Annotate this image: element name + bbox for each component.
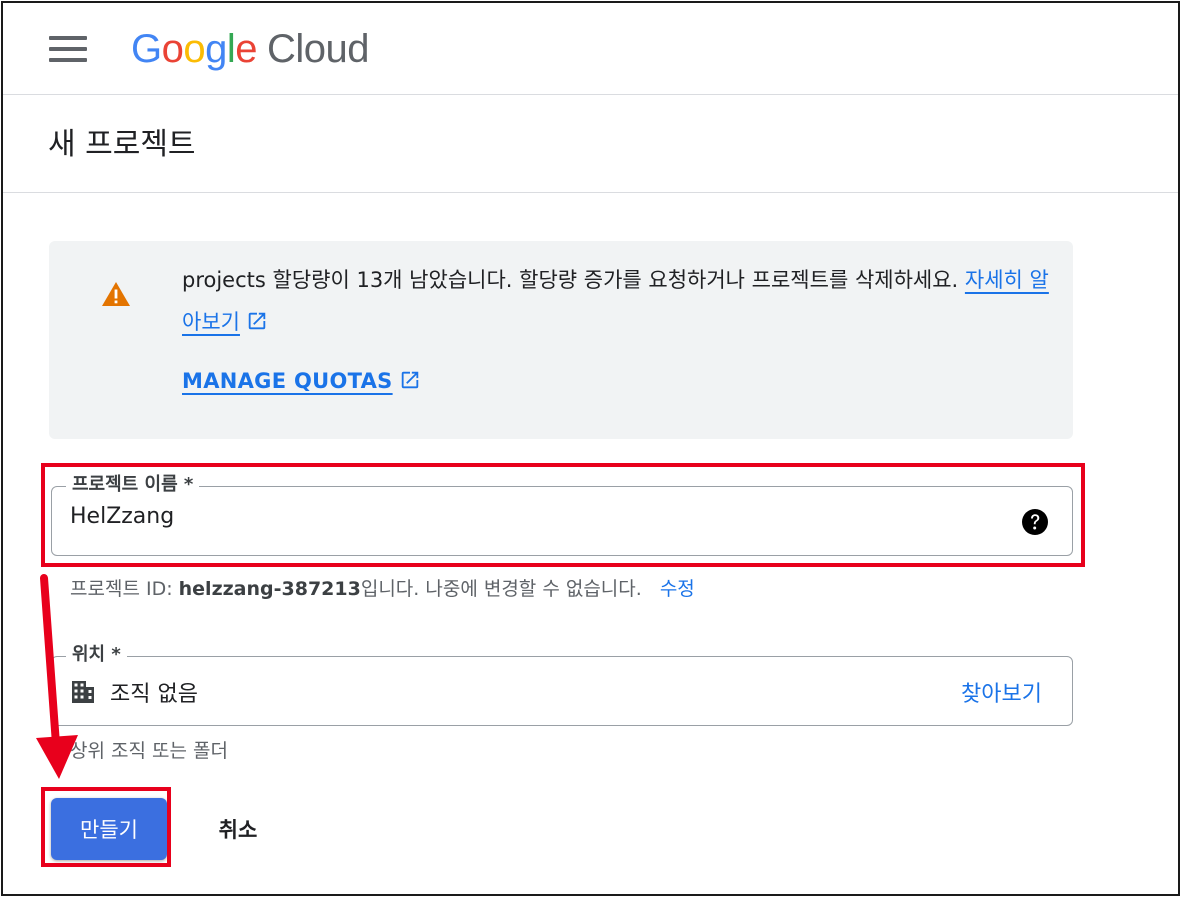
manage-quotas-label: MANAGE QUOTAS bbox=[182, 369, 393, 393]
logo-letter: G bbox=[131, 27, 162, 71]
location-value: 조직 없음 bbox=[110, 682, 198, 707]
menu-icon[interactable] bbox=[49, 36, 89, 64]
building-icon bbox=[72, 681, 94, 703]
logo-letter: g bbox=[205, 27, 227, 71]
project-id-prefix: 프로젝트 ID: bbox=[70, 578, 179, 600]
logo-letter: l bbox=[226, 27, 236, 71]
open-in-new-icon bbox=[401, 371, 418, 389]
project-name-label: 프로젝트 이름 * bbox=[66, 473, 200, 497]
window-frame: Google Cloud 새 프로젝트 projects 할당량이 13개 남았습… bbox=[1, 1, 1180, 896]
edit-project-id-link[interactable]: 수정 bbox=[660, 578, 695, 600]
location-label: 위치 * bbox=[66, 643, 127, 667]
notice-message: projects 할당량이 13개 남았습니다. 할당량 증가를 요청하거나 프… bbox=[182, 259, 1062, 343]
google-cloud-logo[interactable]: Google Cloud bbox=[131, 25, 370, 73]
location-hint: 상위 조직 또는 폴더 bbox=[70, 740, 228, 762]
manage-quotas-link[interactable]: MANAGE QUOTAS bbox=[182, 369, 393, 393]
help-icon[interactable] bbox=[1020, 507, 1050, 537]
page-title: 새 프로젝트 bbox=[48, 127, 196, 162]
project-name-field: 프로젝트 이름 * bbox=[51, 473, 1073, 556]
top-bar: Google Cloud bbox=[3, 3, 1178, 95]
page-header: 새 프로젝트 bbox=[3, 95, 1178, 193]
location-field: 위치 * 조직 없음 찾아보기 bbox=[51, 643, 1073, 726]
project-id-hint: 프로젝트 ID: helzzang-387213입니다. 나중에 변경할 수 없… bbox=[70, 574, 695, 601]
logo-letter: o bbox=[183, 27, 206, 71]
logo-cloud-text: Cloud bbox=[267, 27, 370, 71]
logo-letter: e bbox=[235, 27, 258, 71]
project-id-value: helzzang-387213 bbox=[178, 578, 361, 600]
notice-message-text: projects 할당량이 13개 남았습니다. 할당량 증가를 요청하거나 프… bbox=[182, 268, 959, 292]
cancel-button[interactable]: 취소 bbox=[193, 798, 283, 860]
logo-letter: o bbox=[161, 27, 184, 71]
project-name-input[interactable] bbox=[70, 504, 970, 529]
quota-notice: projects 할당량이 13개 남았습니다. 할당량 증가를 요청하거나 프… bbox=[49, 241, 1073, 439]
create-button[interactable]: 만들기 bbox=[51, 798, 167, 860]
project-id-suffix: 입니다. 나중에 변경할 수 없습니다. bbox=[360, 578, 642, 600]
open-in-new-icon bbox=[248, 312, 266, 330]
manage-quotas: MANAGE QUOTAS bbox=[182, 369, 421, 393]
browse-button[interactable]: 찾아보기 bbox=[961, 676, 1042, 708]
warning-icon bbox=[102, 282, 130, 306]
